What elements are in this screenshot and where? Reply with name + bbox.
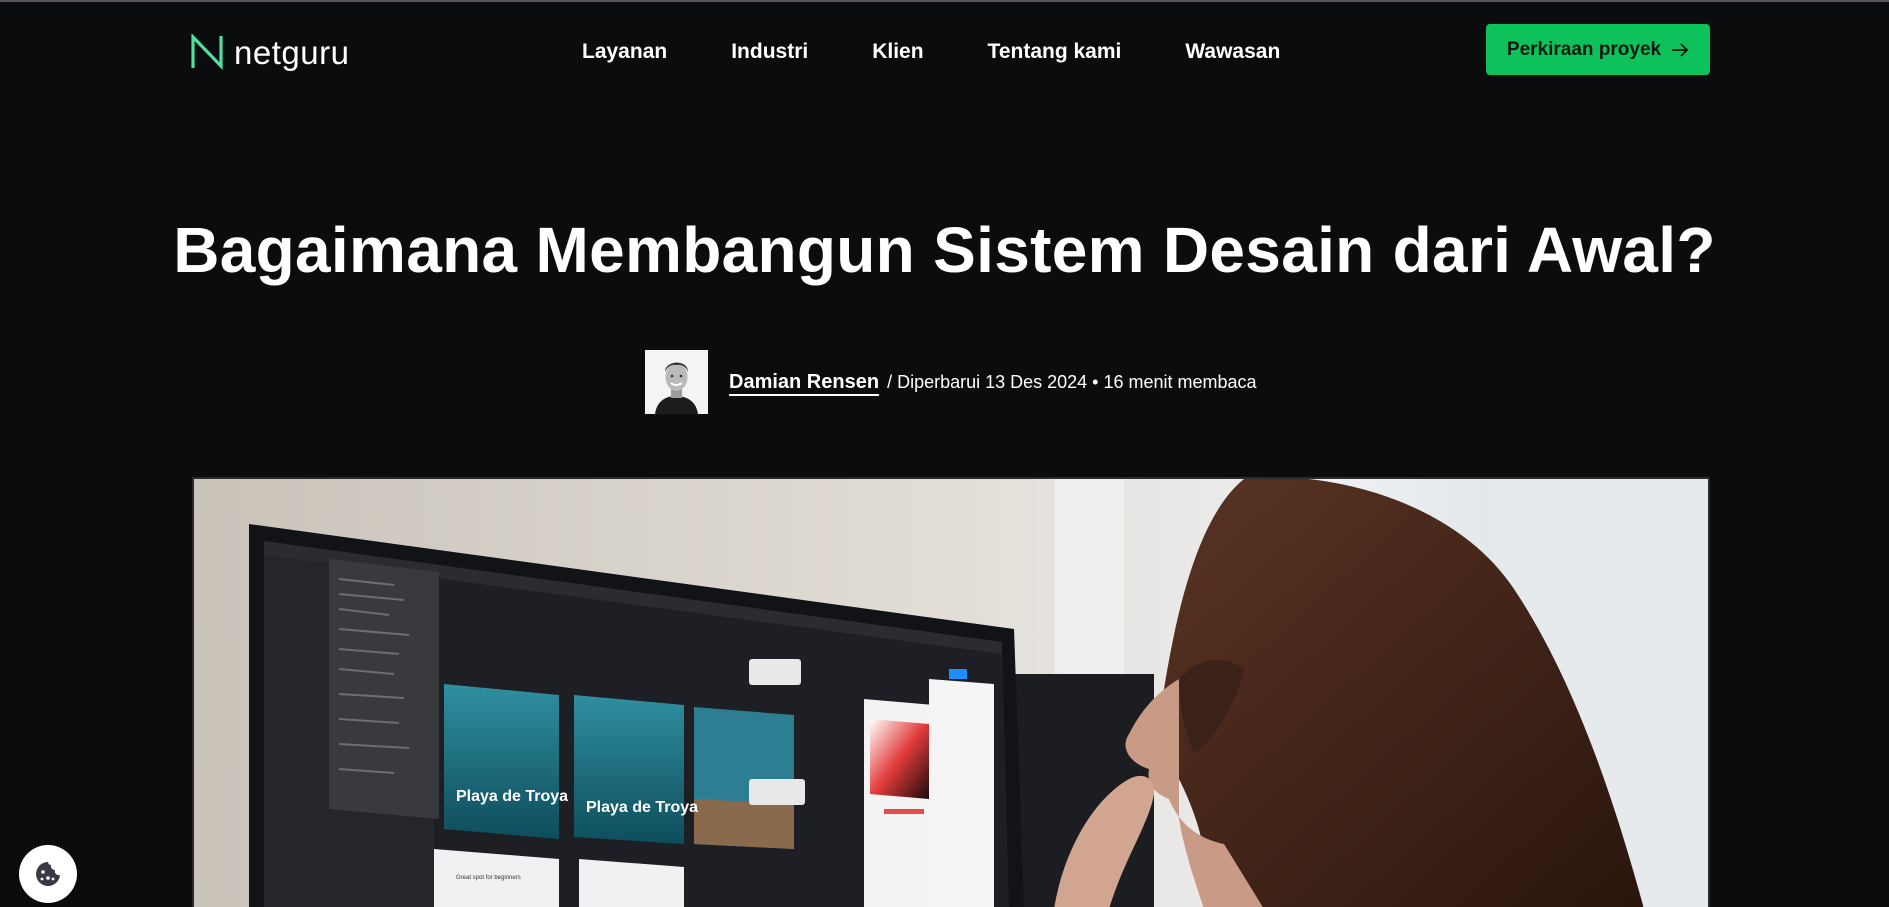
- nav-item-klien[interactable]: Klien: [872, 38, 923, 66]
- nav-item-industri[interactable]: Industri: [731, 38, 808, 66]
- app-card-title-1: Playa de Troya: [456, 788, 568, 805]
- cta-label: Perkiraan proyek: [1506, 38, 1662, 60]
- author-link[interactable]: Damian Rensen: [729, 371, 879, 394]
- nav-item-tentang-kami[interactable]: Tentang kami: [988, 38, 1122, 66]
- logo-wordmark: netguru: [234, 33, 350, 71]
- cookie-settings-button[interactable]: [19, 845, 77, 903]
- article-byline: Damian Rensen / Diperbarui 13 Des 2024 •…: [645, 350, 1257, 414]
- main-nav: Layanan Industri Klien Tentang kami Wawa…: [582, 38, 1280, 66]
- cookie-icon: [36, 862, 60, 886]
- netguru-logo[interactable]: netguru: [190, 32, 349, 72]
- arrow-right-icon: [1672, 42, 1689, 57]
- app-panel-label: Great spot for beginners: [456, 875, 521, 881]
- app-card-title-2: Playa de Troya: [586, 799, 698, 816]
- article-meta: / Diperbarui 13 Des 2024 • 16 menit memb…: [887, 371, 1257, 392]
- site-header: netguru Layanan Industri Klien Tentang k…: [0, 2, 1889, 98]
- estimate-project-button[interactable]: Perkiraan proyek: [1486, 24, 1710, 75]
- article-title: Bagaimana Membangun Sistem Desain dari A…: [173, 214, 1716, 286]
- hero-image: Playa de Troya Playa de Troya Great spot…: [192, 477, 1710, 907]
- author-portrait-icon: [645, 350, 708, 414]
- netguru-logo-mark-icon: [191, 34, 223, 70]
- nav-item-layanan[interactable]: Layanan: [582, 38, 667, 66]
- hero-photo-illustration: Playa de Troya Playa de Troya Great spot…: [194, 479, 1708, 907]
- author-avatar: [645, 350, 708, 414]
- nav-item-wawasan[interactable]: Wawasan: [1185, 38, 1280, 66]
